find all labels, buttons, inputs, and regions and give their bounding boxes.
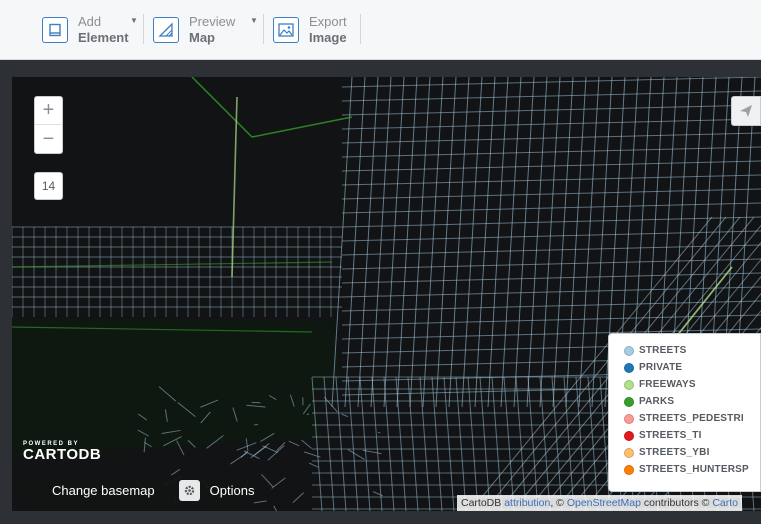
preview-map-icon: [153, 17, 179, 43]
export-image-icon: [273, 17, 299, 43]
export-image-button[interactable]: Export Image: [273, 12, 347, 48]
legend-swatch: [624, 430, 634, 441]
carto-link[interactable]: Carto: [712, 497, 738, 509]
attribution-link[interactable]: attribution: [504, 497, 550, 509]
map-bottom-bar: Change basemap Options: [23, 475, 255, 506]
add-element-icon: [42, 17, 68, 43]
legend-item: FREEWAYS: [624, 376, 760, 393]
legend-label: STREETS_HUNTERSP: [639, 464, 749, 475]
toolbar: Add Element ▼ Preview Map ▼ Export Image: [0, 0, 761, 60]
legend-swatch: [624, 413, 634, 424]
legend-label: FREEWAYS: [639, 379, 696, 390]
cartodb-wordmark: CARTODB: [23, 446, 102, 463]
preview-map-label-top: Preview: [189, 14, 236, 29]
legend-label: STREETS_TI: [639, 430, 702, 441]
zoom-level-indicator: 14: [34, 172, 63, 200]
legend-item: STREETS_PEDESTRI: [624, 410, 760, 427]
options-button[interactable]: Options: [178, 480, 255, 501]
export-image-label-top: Export: [309, 14, 347, 29]
openstreetmap-link[interactable]: OpenStreetMap: [567, 497, 641, 509]
legend-swatch: [624, 464, 634, 475]
change-basemap-label: Change basemap: [52, 483, 155, 498]
map-legend: STREETS PRIVATE FREEWAYS PARKS STREETS_PEDES…: [608, 333, 761, 492]
zoom-out-button[interactable]: −: [35, 125, 62, 153]
share-button[interactable]: [731, 96, 761, 126]
export-image-label-bottom: Image: [309, 30, 347, 45]
legend-item: STREETS_YBI: [624, 444, 760, 461]
legend-item: PARKS: [624, 393, 760, 410]
legend-item: STREETS_HUNTERSP: [624, 461, 760, 478]
gear-icon: [178, 480, 200, 501]
options-label: Options: [209, 483, 255, 498]
paper-plane-icon: [740, 105, 752, 117]
attribution-contributors: contributors ©: [640, 497, 713, 509]
preview-map-button[interactable]: Preview Map: [153, 12, 235, 48]
toolbar-separator: [143, 14, 144, 44]
legend-label: STREETS_PEDESTRI: [639, 413, 744, 424]
legend-label: PRIVATE: [639, 362, 683, 373]
legend-label: STREETS_YBI: [639, 447, 710, 458]
zoom-in-button[interactable]: +: [35, 97, 62, 125]
legend-swatch: [624, 362, 634, 373]
toolbar-separator: [263, 14, 264, 44]
add-element-button[interactable]: Add Element: [42, 12, 129, 48]
change-basemap-button[interactable]: Change basemap: [23, 483, 155, 498]
attribution-sep: , ©: [550, 497, 567, 509]
preview-map-label-bottom: Map: [189, 30, 215, 45]
attribution-prefix: CartoDB: [461, 497, 502, 509]
add-element-label-top: Add: [78, 14, 102, 29]
map-canvas[interactable]: + − 14 POWERED BY CARTODB Change basemap…: [12, 77, 761, 511]
add-element-label-bottom: Element: [78, 30, 129, 45]
toolbar-separator: [360, 14, 361, 44]
legend-swatch: [624, 447, 634, 458]
legend-item: PRIVATE: [624, 359, 760, 376]
map-attribution: CartoDB attribution, © OpenStreetMap con…: [457, 495, 742, 511]
zoom-control: + −: [34, 96, 63, 154]
legend-item: STREETS: [624, 342, 760, 359]
legend-swatch: [624, 345, 634, 356]
add-element-caret-icon[interactable]: ▼: [130, 16, 138, 25]
legend-swatch: [624, 379, 634, 390]
legend-label: PARKS: [639, 396, 675, 407]
cartodb-logo: POWERED BY CARTODB: [23, 441, 101, 463]
legend-swatch: [624, 396, 634, 407]
legend-item: STREETS_TI: [624, 427, 760, 444]
preview-map-caret-icon[interactable]: ▼: [250, 16, 258, 25]
legend-label: STREETS: [639, 345, 687, 356]
